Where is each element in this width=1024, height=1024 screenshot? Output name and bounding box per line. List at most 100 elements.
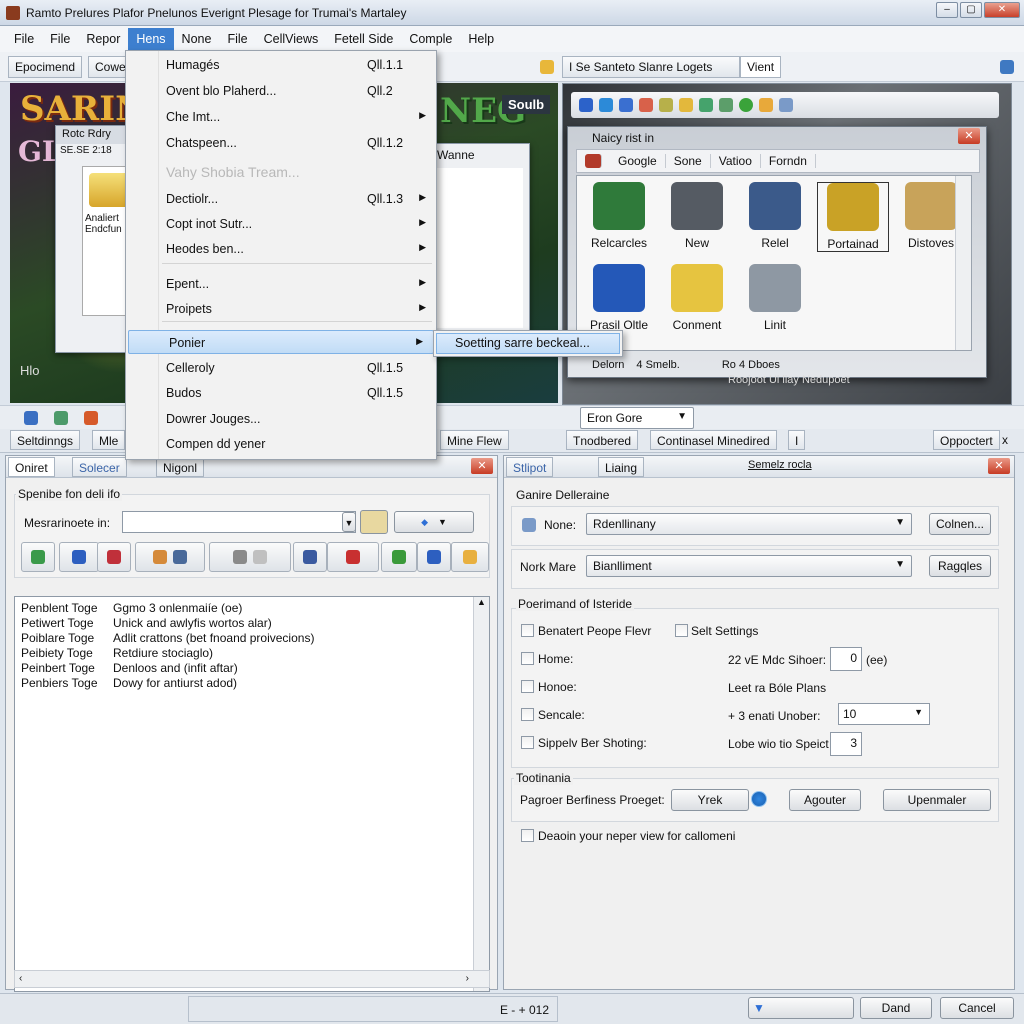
user-icon[interactable] bbox=[779, 98, 793, 112]
pencil-icon[interactable] bbox=[659, 98, 673, 112]
icon-tile[interactable]: Linit bbox=[739, 264, 811, 332]
tab-settings[interactable]: Seltdinngs bbox=[10, 430, 81, 450]
plus-icon[interactable] bbox=[599, 98, 613, 112]
checkbox-bottom[interactable] bbox=[521, 829, 534, 842]
menu-item[interactable]: Dectiolr... Qll.1.3 ▶ bbox=[126, 187, 436, 211]
tab-continasel[interactable]: Continasel Minedired bbox=[650, 430, 777, 450]
menu-item[interactable]: Budos Qll.1.5 bbox=[126, 381, 436, 405]
tool-button[interactable] bbox=[293, 542, 327, 572]
font-combo[interactable]: Eron Gore ▼ bbox=[580, 407, 694, 429]
hand-icon[interactable] bbox=[679, 98, 693, 112]
menu-item[interactable]: Che Imt... ▶ bbox=[126, 105, 436, 129]
tab-stlipot[interactable]: Stlipot bbox=[506, 457, 554, 477]
dropdown-arrow[interactable]: ▼ bbox=[342, 512, 356, 532]
tool-button[interactable] bbox=[327, 542, 379, 572]
menu-item[interactable]: Dowrer Jouges... bbox=[126, 407, 436, 431]
tool-button[interactable] bbox=[451, 542, 489, 572]
menu-cellviews[interactable]: CellViews bbox=[256, 28, 327, 50]
field2-combo[interactable]: 10 ▼ bbox=[838, 703, 930, 725]
tool-button[interactable] bbox=[381, 542, 417, 572]
tool-button[interactable] bbox=[59, 542, 99, 572]
list-item[interactable]: Penblent Toge Ggmo 3 onlenmaiíe (oe) bbox=[21, 601, 483, 616]
nork-combo[interactable]: Bianlliment ▼ bbox=[586, 555, 912, 577]
menu-comple[interactable]: Comple bbox=[401, 28, 460, 50]
icon-tile[interactable]: Conment bbox=[661, 264, 733, 332]
close-tab-icon[interactable]: x bbox=[1002, 433, 1008, 447]
play-icon[interactable] bbox=[751, 791, 767, 807]
tab-epocimend[interactable]: Epocimend bbox=[8, 56, 83, 78]
close-button[interactable]: ✕ bbox=[984, 2, 1020, 18]
upenmaler-button[interactable]: Upenmaler bbox=[883, 789, 991, 811]
tool-button[interactable] bbox=[21, 542, 55, 572]
tab-oniret[interactable]: Oniret bbox=[8, 457, 55, 477]
agouter-button[interactable]: Agouter bbox=[789, 789, 861, 811]
tool-button[interactable] bbox=[97, 542, 131, 572]
filter-combo[interactable]: ▼ bbox=[748, 997, 854, 1019]
menu-help[interactable]: Help bbox=[460, 28, 502, 50]
right-panel-close[interactable]: ✕ bbox=[988, 458, 1010, 474]
menu-item[interactable]: Compen dd yener bbox=[126, 432, 436, 456]
icon-tile[interactable]: Prasil Oltle bbox=[583, 264, 655, 332]
globe-icon[interactable] bbox=[699, 98, 713, 112]
menu-item[interactable]: Proipets ▶ bbox=[126, 297, 436, 321]
vertical-scrollbar[interactable]: ▲ bbox=[473, 597, 489, 991]
menu-item[interactable]: Copt inot Sutr... ▶ bbox=[126, 212, 436, 236]
menu-file[interactable]: File bbox=[6, 28, 42, 50]
house-icon[interactable] bbox=[719, 98, 733, 112]
icon-view-scrollbar[interactable] bbox=[955, 176, 971, 350]
dialog-tab[interactable]: Forndn bbox=[761, 154, 816, 168]
checkbox[interactable] bbox=[521, 736, 534, 749]
info-icon[interactable] bbox=[739, 98, 753, 112]
phone-icon[interactable] bbox=[619, 98, 633, 112]
oppoctert-button[interactable]: Oppoctert bbox=[933, 430, 1000, 450]
field3-input[interactable]: 3 bbox=[830, 732, 862, 756]
yrek-button[interactable]: Yrek bbox=[671, 789, 749, 811]
list-item[interactable]: Peinbert Toge Denloos and (infit aftar) bbox=[21, 661, 483, 676]
menu-repor[interactable]: Repor bbox=[78, 28, 128, 50]
checkbox[interactable] bbox=[521, 680, 534, 693]
folder-icon[interactable] bbox=[540, 60, 554, 74]
tool-button[interactable] bbox=[209, 542, 291, 572]
maximize-button[interactable]: ▢ bbox=[960, 2, 982, 18]
tool-icon[interactable] bbox=[24, 411, 38, 425]
menu-item[interactable]: Celleroly Qll.1.5 bbox=[126, 356, 436, 380]
horizontal-scrollbar[interactable]: ‹ › bbox=[14, 970, 490, 988]
list-item[interactable]: Petiwert Toge Unick and awlyfis wortos al… bbox=[21, 616, 483, 631]
tab-mle[interactable]: Mle bbox=[92, 430, 126, 450]
menu-file[interactable]: File bbox=[219, 28, 255, 50]
icon-tile[interactable]: Relel bbox=[739, 182, 811, 250]
tab-tnodbered[interactable]: Tnodbered bbox=[566, 430, 639, 450]
tab-nigonl[interactable]: Nigonl bbox=[156, 457, 205, 477]
menu-item[interactable]: Chatspeen... Qll.1.2 bbox=[126, 131, 436, 155]
list-item[interactable]: Peibiety Toge Retdiure stociaglo) bbox=[21, 646, 483, 661]
icon-tile[interactable]: Portainad bbox=[817, 182, 889, 252]
field1-input[interactable]: 0 bbox=[830, 647, 862, 671]
dialog-close-button[interactable]: ✕ bbox=[958, 128, 980, 144]
left-panel-close[interactable]: ✕ bbox=[471, 458, 493, 474]
brush-icon[interactable] bbox=[639, 98, 653, 112]
tool-icon[interactable] bbox=[84, 411, 98, 425]
checkbox[interactable] bbox=[521, 652, 534, 665]
minimize-button[interactable]: – bbox=[936, 2, 958, 18]
menu-hens[interactable]: Hens bbox=[128, 28, 174, 50]
tab-mine-flew[interactable]: Mine Flew bbox=[440, 430, 509, 450]
color-combo[interactable]: ◆ ▼ bbox=[394, 511, 474, 533]
panel-icon[interactable] bbox=[1000, 60, 1014, 74]
dialog-tab[interactable]: Google bbox=[610, 154, 666, 168]
icon-tile[interactable]: New bbox=[661, 182, 733, 250]
checkbox-selt-settings[interactable] bbox=[675, 624, 688, 637]
list-item[interactable]: Poiblare Toge Adlit crattons (bet fnoand … bbox=[21, 631, 483, 646]
none-combo[interactable]: Rdenllinany ▼ bbox=[586, 513, 912, 535]
icon-tile[interactable]: Relcarcles bbox=[583, 182, 655, 250]
dialog-tab[interactable]: Vatioo bbox=[711, 154, 761, 168]
submenu-item[interactable]: Soetting sarre beckeal... bbox=[436, 333, 620, 354]
tool-button[interactable] bbox=[417, 542, 451, 572]
menu-item[interactable]: Heodes ben... ▶ bbox=[126, 237, 436, 261]
tab-liaing[interactable]: Liaing bbox=[598, 457, 645, 477]
ragqles-button[interactable]: Ragqles bbox=[929, 555, 991, 577]
menu-item[interactable]: Ovent blo Plaherd... Qll.2 bbox=[126, 79, 436, 103]
menu-none[interactable]: None bbox=[174, 28, 220, 50]
menu-file[interactable]: File bbox=[42, 28, 78, 50]
checkbox[interactable] bbox=[521, 624, 534, 637]
tab-vient[interactable]: Vient bbox=[740, 56, 782, 78]
